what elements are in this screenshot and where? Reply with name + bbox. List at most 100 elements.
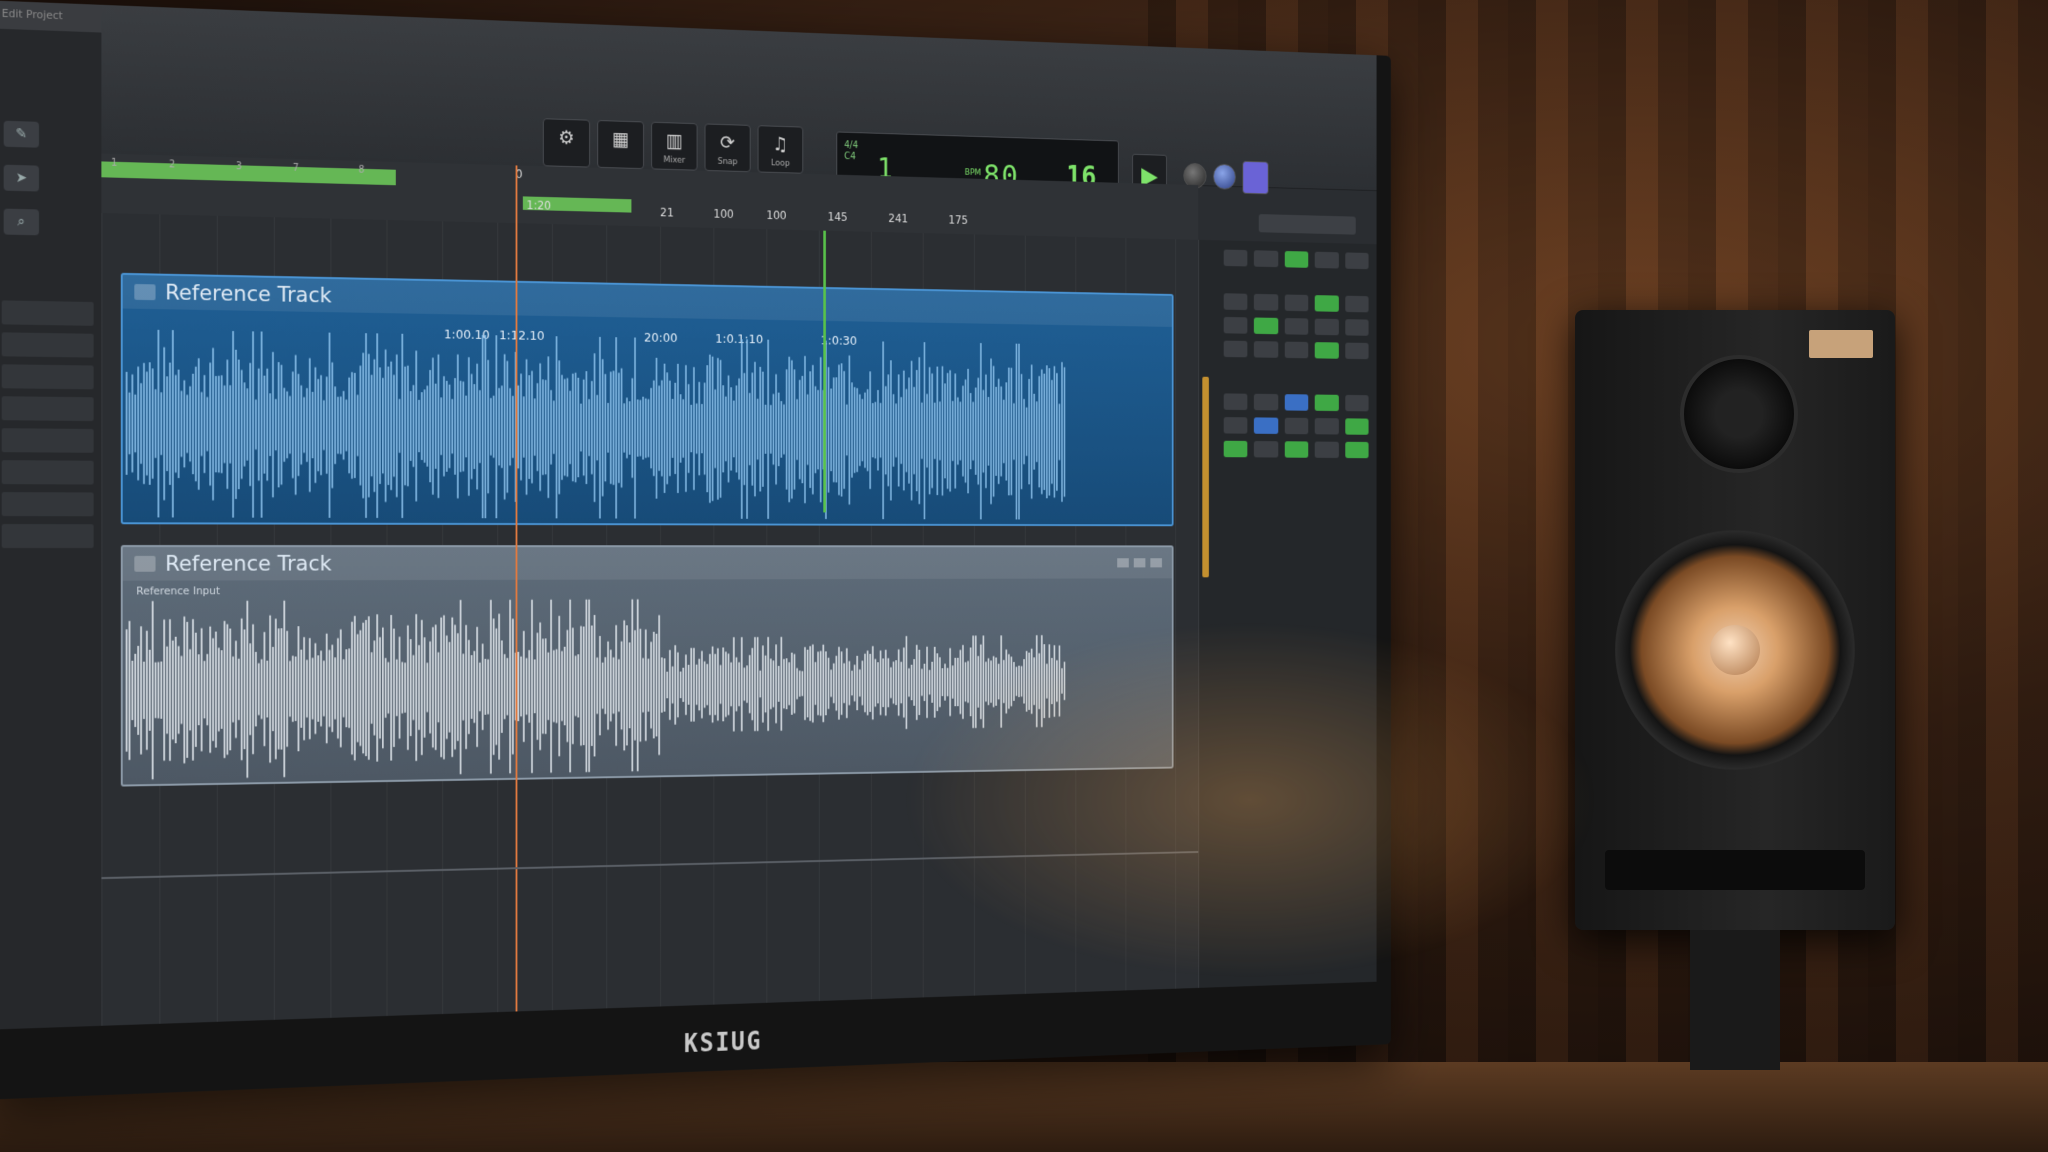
clip-name: Reference Track [165, 280, 332, 308]
inspector-button[interactable] [1345, 319, 1369, 336]
track-list [2, 300, 94, 556]
browser-button[interactable]: ▦ [597, 120, 644, 169]
inspector-button[interactable] [1254, 417, 1278, 434]
track-list-item[interactable] [2, 492, 94, 516]
settings-button[interactable]: ⚙ [543, 118, 590, 167]
inspector-button[interactable] [1254, 441, 1278, 458]
ruler-tick: 8 [359, 165, 365, 176]
instrument-icon: ♫ [773, 132, 789, 155]
inspector-button[interactable] [1315, 252, 1339, 269]
computer-monitor: Edit Project ✎ ➤ ⌕ ⚙ ▦ ▥ Mixer ⟳ Snap ♫ … [0, 0, 1391, 1100]
inspector-button[interactable] [1345, 442, 1369, 458]
loop-button-label: Loop [758, 158, 802, 169]
tempo-label: BPM [965, 168, 981, 178]
inspector-button[interactable] [1345, 418, 1369, 434]
signature-readout: 4/4 C4 [844, 140, 858, 163]
loop-region[interactable] [101, 161, 395, 185]
inspector-button[interactable] [1315, 342, 1339, 359]
inspector-button[interactable] [1285, 418, 1309, 435]
ruler-tick: 241 [888, 212, 908, 226]
inspector-button[interactable] [1345, 296, 1369, 313]
inspector-button[interactable] [1315, 442, 1339, 458]
snap-button-label: Snap [705, 157, 749, 168]
inspector-button[interactable] [1315, 418, 1339, 434]
inspector-button[interactable] [1315, 395, 1339, 412]
clip-type-icon [134, 284, 155, 300]
inspector-button[interactable] [1345, 395, 1369, 411]
clip-header-icons [1117, 558, 1162, 567]
inspector-button[interactable] [1285, 318, 1309, 335]
playhead[interactable] [516, 165, 518, 1029]
inspector-button[interactable] [1254, 394, 1278, 411]
inspector-button[interactable] [1285, 342, 1309, 359]
inspector-button[interactable] [1254, 341, 1278, 358]
track-list-item[interactable] [2, 300, 94, 325]
audio-clip-reference-1[interactable]: Reference Track 1:00.10 1:12.10 20:00 1:… [121, 273, 1174, 526]
speaker-port [1605, 850, 1865, 890]
clip-header[interactable]: Reference Track [123, 547, 1172, 581]
track-list-item[interactable] [2, 524, 94, 548]
inspector-controls-bottom [1224, 393, 1369, 458]
ruler-tick: 145 [828, 210, 848, 224]
ruler-tick: 1 [111, 158, 117, 169]
menu-bar[interactable]: Edit Project [0, 1, 101, 33]
ruler-tick: 1:20 [527, 198, 552, 212]
inspector-button[interactable] [1224, 250, 1248, 267]
ruler-tick: 21 [660, 206, 674, 220]
arrange-view[interactable]: Reference Track 1:00.10 1:12.10 20:00 1:… [101, 213, 1198, 1026]
locator-marker[interactable] [823, 231, 826, 513]
track-list-item[interactable] [2, 428, 94, 453]
monitor-brand-logo: KSIUG [684, 1028, 762, 1059]
ruler-tick: 2 [169, 159, 175, 170]
audio-clip-reference-2[interactable]: Reference Track Reference Input [121, 545, 1174, 787]
pencil-tool-icon[interactable]: ✎ [4, 121, 39, 148]
track-list-item[interactable] [2, 332, 94, 357]
toolbar: ⚙ ▦ ▥ Mixer ⟳ Snap ♫ Loop [543, 118, 803, 173]
inspector-button[interactable] [1254, 317, 1278, 334]
waveform [123, 593, 1172, 785]
track-list-item[interactable] [2, 460, 94, 484]
ruler-tick: 3 [236, 161, 242, 172]
inspector-button[interactable] [1345, 343, 1369, 360]
track-list-item[interactable] [2, 364, 94, 389]
zoom-tool-icon[interactable]: ⌕ [4, 209, 39, 236]
ruler-tick: 100 [713, 207, 733, 221]
inspector-button[interactable] [1224, 293, 1248, 310]
search-input[interactable] [1259, 214, 1356, 235]
ruler-tick: 7 [293, 163, 299, 174]
speaker-stand [1690, 930, 1780, 1070]
speaker-tweeter [1680, 355, 1798, 473]
automation-lane[interactable] [101, 851, 1198, 879]
inspector-button[interactable] [1285, 251, 1309, 268]
inspector-button[interactable] [1224, 441, 1248, 458]
inspector-button[interactable] [1224, 317, 1248, 334]
inspector-button[interactable] [1315, 295, 1339, 312]
metronome-button[interactable] [1242, 161, 1268, 194]
mixer-button[interactable]: ▥ Mixer [651, 122, 697, 171]
clip-header[interactable]: Reference Track [123, 275, 1172, 327]
clip-type-icon [134, 556, 155, 572]
speaker-badge [1809, 330, 1873, 358]
inspector-button[interactable] [1285, 441, 1309, 457]
pointer-tool-icon[interactable]: ➤ [4, 165, 39, 192]
inspector-button[interactable] [1254, 294, 1278, 311]
inspector-button[interactable] [1254, 250, 1278, 267]
snap-button[interactable]: ⟳ Snap [705, 123, 751, 172]
inspector-button[interactable] [1315, 319, 1339, 336]
master-volume-knob[interactable] [1213, 164, 1236, 190]
gear-icon: ⚙ [558, 125, 574, 148]
loop-button[interactable]: ♫ Loop [758, 125, 804, 174]
studio-monitor-speaker [1575, 310, 1895, 930]
inspector-button[interactable] [1345, 252, 1369, 269]
inspector-button[interactable] [1224, 393, 1248, 410]
speaker-dust-cap [1710, 625, 1760, 675]
channel-fader[interactable] [1202, 377, 1209, 578]
inspector-button[interactable] [1224, 341, 1248, 358]
track-list-item[interactable] [2, 396, 94, 421]
inspector-controls-top [1224, 250, 1369, 270]
left-sidebar: Edit Project ✎ ➤ ⌕ [0, 1, 102, 1030]
inspector-button[interactable] [1224, 417, 1248, 434]
inspector-button[interactable] [1285, 294, 1309, 311]
inspector-button[interactable] [1285, 394, 1309, 411]
grid-icon: ▦ [612, 127, 629, 150]
